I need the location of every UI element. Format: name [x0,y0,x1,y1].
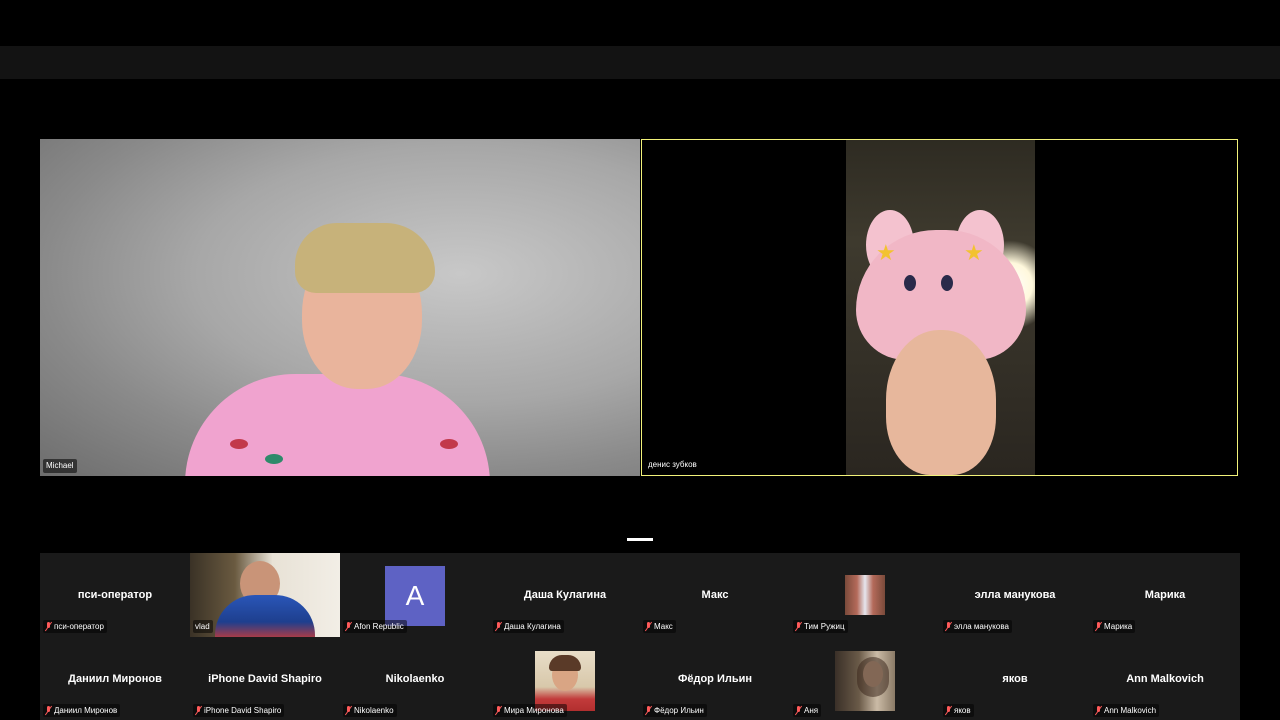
participant-label: iPhone David Shapiro [193,704,285,717]
participant-label: Ann Malkovich [1093,704,1160,717]
participant-cell[interactable]: Фёдор Ильин Фёдор Ильин [640,637,790,720]
star-icon: ★ [876,240,896,265]
participant-cell[interactable]: пси-оператор пси-оператор [40,553,190,637]
mic-muted-icon [195,706,202,715]
participant-cell[interactable]: Марика Марика [1090,553,1240,637]
participant-display-name: Ann Malkovich [1126,673,1204,685]
participant-avatar-image [835,651,895,711]
participant-avatar: A [385,566,445,626]
hat-eye [941,275,953,291]
participant-label: пси-оператор [43,620,107,633]
participant-display-name: яков [1002,673,1028,685]
meeting-top-bar [0,46,1280,79]
mic-muted-icon [645,622,652,631]
participant-cell[interactable]: iPhone David Shapiro iPhone David Shapir… [190,637,340,720]
mic-muted-icon [45,622,52,631]
participant-cell[interactable]: Ann Malkovich Ann Malkovich [1090,637,1240,720]
participant-cell[interactable]: A Afon Republic [340,553,490,637]
participant-cell[interactable]: Мира Миронова [490,637,640,720]
participant-display-name: Даша Кулагина [523,589,607,601]
hoodie-pattern [230,439,248,449]
participant-display-name: Макс [701,589,729,601]
participant-avatar-image [845,575,885,615]
mic-muted-icon [795,706,802,715]
participant-name-badge: денис зубков [648,460,697,469]
participant-video: ★ ★ [846,140,1035,475]
participant-label: Nikolaenko [343,704,397,717]
participant-cell[interactable]: Даша Кулагина Даша Кулагина [490,553,640,637]
participant-label: Марика [1093,620,1136,633]
mic-muted-icon [45,706,52,715]
mic-muted-icon [1095,622,1102,631]
participant-label: vlad [193,620,213,633]
participant-cell[interactable]: Макс Макс [640,553,790,637]
participant-display-name: iPhone David Shapiro [208,673,322,685]
participant-display-name: пси-оператор [77,589,153,601]
hoodie-pattern [440,439,458,449]
mic-muted-icon [1095,706,1102,715]
participant-avatar-image [535,651,595,711]
participant-display-name: Марика [1144,589,1186,601]
participant-display-name: Фёдор Ильин [677,673,753,685]
participant-jacket [215,595,315,637]
video-tile-active-speaker[interactable]: ★ ★ денис зубков [641,139,1238,476]
mic-muted-icon [945,706,952,715]
mic-muted-icon [795,622,802,631]
participant-label: Даниил Миронов [43,704,121,717]
participant-label: Даша Кулагина [493,620,564,633]
participant-display-name: Даниил Миронов [68,673,162,685]
participant-label: Мира Миронова [493,704,567,717]
participant-label: элла манукова [943,620,1012,633]
participant-label: Afon Republic [343,620,407,633]
participant-display-name: элла манукова [974,589,1056,601]
participant-label: Аня [793,704,822,717]
participant-cell[interactable]: Nikolaenko Nikolaenko [340,637,490,720]
participant-cell[interactable]: vlad [190,553,340,637]
mic-muted-icon [945,622,952,631]
gallery-resize-handle[interactable] [627,538,653,541]
participant-label: Тим Ружиц [793,620,848,633]
hat-eye [904,275,916,291]
participant-cell[interactable]: яков яков [940,637,1090,720]
participant-face [886,330,996,475]
participant-cell[interactable]: Даниил Миронов Даниил Миронов [40,637,190,720]
star-icon: ★ [964,240,984,265]
participant-gallery: пси-оператор пси-оператор vlad A Afon Re… [40,553,1240,720]
participant-video [185,374,490,476]
participant-cell[interactable]: элла манукова элла манукова [940,553,1090,637]
participant-label: Фёдор Ильин [643,704,707,717]
mic-muted-icon [345,706,352,715]
participant-cell[interactable]: Аня [790,637,940,720]
hoodie-pattern [265,454,283,464]
mic-muted-icon [495,706,502,715]
participant-name-badge: Michael [43,459,77,473]
participant-label: яков [943,704,974,717]
mic-muted-icon [495,622,502,631]
mic-muted-icon [345,622,352,631]
participant-hair [295,223,435,293]
video-tile-michael[interactable]: Michael [40,139,640,476]
participant-display-name: Nikolaenko [385,673,445,685]
mic-muted-icon [645,706,652,715]
participant-label: Макс [643,620,676,633]
participant-cell[interactable]: Тим Ружиц [790,553,940,637]
